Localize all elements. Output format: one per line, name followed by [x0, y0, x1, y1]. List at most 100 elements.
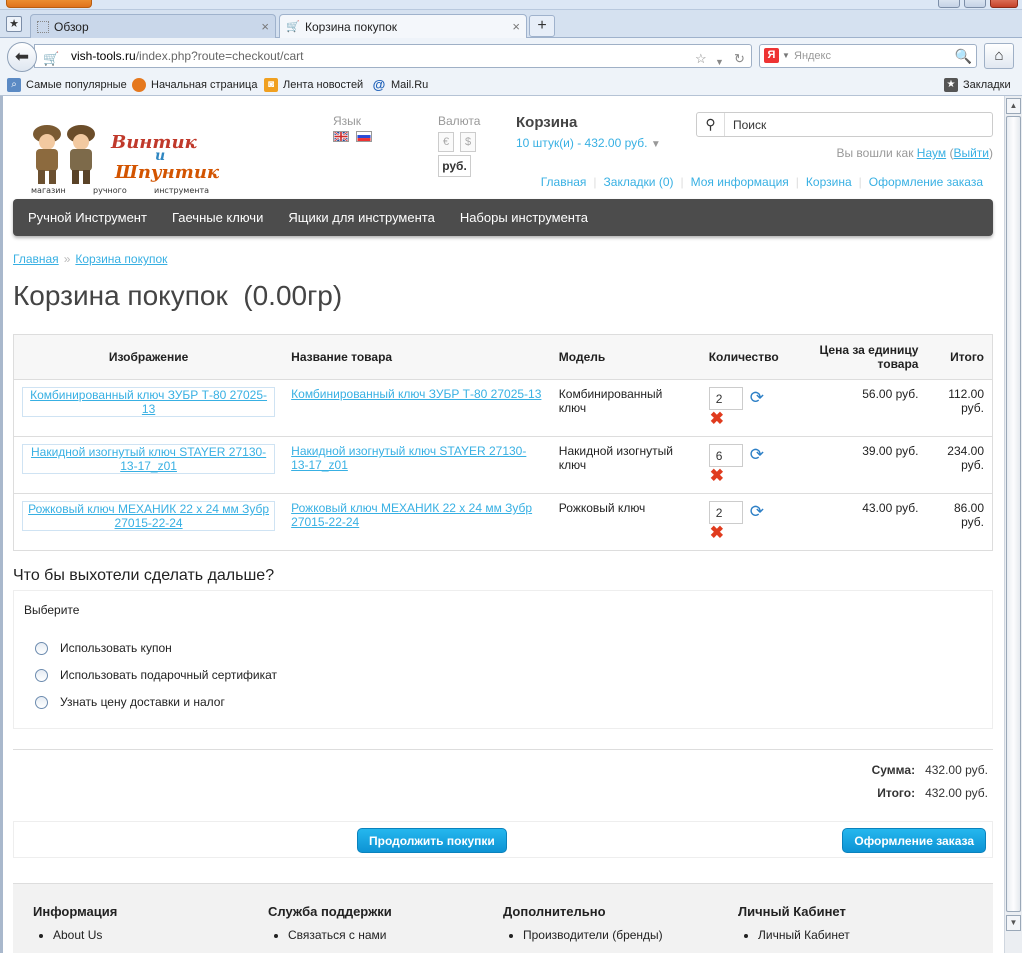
currency-rub-button[interactable]: руб. — [438, 155, 471, 177]
tab-cart[interactable]: 🛒 Корзина покупок × — [279, 14, 527, 39]
tab-groups-icon[interactable]: ★ — [6, 16, 22, 32]
checkout-button[interactable]: Оформление заказа — [842, 828, 986, 853]
search-engine-input[interactable]: Я ▼ Яндекс 🔍 — [759, 44, 977, 68]
table-row: Комбинированный ключ ЗУБР Т-80 27025-13 … — [13, 379, 993, 437]
bookmark-most-visited[interactable]: ⌕ Самые популярные — [7, 78, 127, 92]
scroll-up-icon[interactable]: ▲ — [1006, 98, 1021, 114]
footer-link[interactable]: Связаться с нами — [288, 928, 392, 942]
logo-sub3: инструмента — [154, 186, 210, 195]
bookmarks-menu[interactable]: ★ Закладки — [944, 78, 1011, 92]
top-link-home[interactable]: Главная — [541, 175, 587, 189]
top-link-checkout[interactable]: Оформление заказа — [869, 175, 983, 189]
footer-link[interactable]: Производители (бренды) — [523, 928, 663, 942]
radio-button[interactable] — [35, 695, 48, 709]
site-identity-icon[interactable]: 🛒 — [43, 48, 59, 70]
quantity-input[interactable]: 2 — [708, 387, 743, 410]
flag-ru-icon[interactable] — [356, 131, 372, 142]
refresh-icon[interactable]: ⟳ — [750, 444, 764, 466]
user-link[interactable]: Наум — [917, 146, 946, 160]
maximize-button[interactable] — [964, 0, 986, 8]
footer-column-support: Служба поддержки Связаться с нами — [268, 904, 392, 942]
quantity-input[interactable]: 6 — [708, 444, 743, 467]
currency-euro-button[interactable]: € — [438, 132, 454, 152]
tab-bar: ★ Обзор × 🛒 Корзина покупок × + — [0, 10, 1022, 39]
logo-line3: Шпунтик — [115, 162, 220, 183]
product-name-link[interactable]: Комбинированный ключ ЗУБР Т-80 27025-13 — [291, 387, 541, 401]
breadcrumb-cart[interactable]: Корзина покупок — [75, 252, 167, 266]
breadcrumb-home[interactable]: Главная — [13, 252, 59, 266]
refresh-icon[interactable]: ⟳ — [750, 387, 764, 409]
close-tab-icon[interactable]: × — [512, 19, 520, 34]
store-logo[interactable]: Винтик и Шпунтик магазин ручного инструм… — [27, 120, 220, 200]
tab-overview[interactable]: Обзор × — [30, 14, 276, 38]
top-link-wishlist[interactable]: Закладки (0) — [604, 175, 674, 189]
option-coupon[interactable]: Использовать купон — [35, 641, 172, 655]
address-bar[interactable]: 🛒 vish-tools.ru/index.php?route=checkout… — [34, 44, 752, 68]
yandex-logo-icon[interactable]: Я — [764, 48, 779, 63]
home-button[interactable]: ⌂ — [984, 43, 1014, 69]
menu-item-wrenches[interactable]: Гаечные ключи — [172, 210, 263, 225]
table-header-row: Изображение Название товара Модель Колич… — [13, 334, 993, 380]
top-link-cart[interactable]: Корзина — [806, 175, 852, 189]
bookmark-start-page[interactable]: Начальная страница — [132, 78, 257, 92]
bookmark-mailru[interactable]: @ Mail.Ru — [372, 78, 429, 92]
flag-uk-icon[interactable] — [333, 131, 349, 142]
reload-icon[interactable]: ↻ — [734, 48, 745, 70]
logout-link[interactable]: Выйти — [953, 146, 989, 160]
close-window-button[interactable] — [990, 0, 1018, 8]
product-image-link[interactable]: Рожковый ключ МЕХАНИК 22 х 24 мм Зубр 27… — [22, 501, 276, 531]
continue-shopping-button[interactable]: Продолжить покупки — [357, 828, 507, 853]
option-label: Использовать купон — [60, 641, 172, 655]
scroll-down-icon[interactable]: ▼ — [1006, 915, 1021, 931]
back-button[interactable]: ⬅ — [7, 42, 37, 72]
vertical-scrollbar[interactable]: ▲ ▼ — [1004, 96, 1022, 953]
remove-icon[interactable]: ✖ — [710, 524, 793, 541]
currency-dollar-button[interactable]: $ — [460, 132, 476, 152]
quantity-cell: 2 ⟳ ✖ — [700, 493, 801, 551]
col-total: Итого — [926, 334, 993, 380]
bookmarks-menu-label: Закладки — [963, 79, 1011, 91]
menu-item-hand-tools[interactable]: Ручной Инструмент — [28, 210, 147, 225]
totals-row: Итого: 432.00 руб. — [872, 786, 988, 809]
footer-link[interactable]: Личный Кабинет — [758, 928, 850, 942]
quantity-input[interactable]: 2 — [708, 501, 743, 524]
minimize-button[interactable] — [938, 0, 960, 8]
refresh-icon[interactable]: ⟳ — [750, 501, 764, 523]
row-total: 112.00 руб. — [926, 379, 993, 437]
search-icon[interactable]: ⚲ — [697, 113, 725, 136]
total-value: 432.00 руб. — [925, 786, 988, 800]
search-input[interactable]: Поиск — [733, 118, 766, 132]
menu-item-tool-sets[interactable]: Наборы инструмента — [460, 210, 588, 225]
radio-button[interactable] — [35, 641, 48, 655]
product-model: Комбинированный ключ — [550, 379, 701, 437]
remove-icon[interactable]: ✖ — [710, 410, 793, 427]
option-voucher[interactable]: Использовать подарочный сертификат — [35, 668, 277, 682]
firefox-menu-button[interactable] — [6, 0, 92, 8]
radio-button[interactable] — [35, 668, 48, 682]
engine-dropdown-icon[interactable]: ▼ — [782, 45, 790, 67]
product-image-link[interactable]: Накидной изогнутый ключ STAYER 27130-13-… — [22, 444, 276, 474]
top-link-account[interactable]: Моя информация — [691, 175, 789, 189]
cart-icon: 🛒 — [286, 21, 300, 33]
url-path: /index.php?route=checkout/cart — [135, 49, 304, 63]
footer-heading: Личный Кабинет — [738, 904, 846, 919]
menu-item-tool-boxes[interactable]: Ящики для инструмента — [288, 210, 434, 225]
history-dropdown-icon[interactable]: ▼ — [715, 51, 724, 73]
new-tab-button[interactable]: + — [529, 15, 555, 37]
remove-icon[interactable]: ✖ — [710, 467, 793, 484]
breadcrumb-separator: » — [63, 252, 71, 266]
magnifier-icon[interactable]: 🔍 — [955, 45, 972, 67]
product-name-link[interactable]: Рожковый ключ МЕХАНИК 22 х 24 мм Зубр 27… — [291, 501, 532, 529]
bookmark-news-feed[interactable]: ◙ Лента новостей — [264, 78, 363, 92]
footer-link[interactable]: About Us — [53, 928, 117, 942]
scroll-thumb[interactable] — [1006, 116, 1021, 912]
bookmark-star-icon[interactable]: ☆ — [695, 48, 707, 70]
row-total: 86.00 руб. — [926, 493, 993, 551]
option-shipping[interactable]: Узнать цену доставки и налог — [35, 695, 225, 709]
product-image-link[interactable]: Комбинированный ключ ЗУБР Т-80 27025-13 — [22, 387, 276, 417]
close-tab-icon[interactable]: × — [261, 19, 269, 34]
cart-summary-dropdown[interactable]: 10 штук(и) - 432.00 руб. ▼ — [516, 136, 661, 150]
url-host: vish-tools.ru — [71, 49, 136, 63]
product-name-link[interactable]: Накидной изогнутый ключ STAYER 27130-13-… — [291, 444, 526, 472]
store-search[interactable]: ⚲ Поиск — [696, 112, 993, 137]
